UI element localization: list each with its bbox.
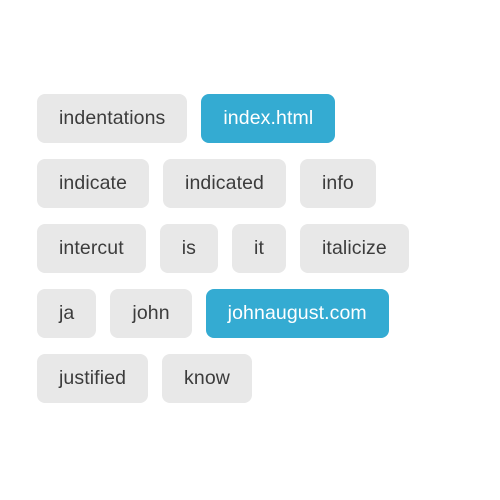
word-chip[interactable]: indicate (37, 159, 150, 208)
word-chip[interactable]: info (299, 159, 376, 208)
word-chip[interactable]: it (232, 224, 286, 273)
word-chip[interactable]: justified (37, 354, 149, 403)
word-chip[interactable]: john (110, 289, 192, 338)
word-chip[interactable]: know (162, 354, 252, 403)
word-chip[interactable]: italicize (300, 224, 409, 273)
word-chip-selected[interactable]: johnaugust.com (205, 289, 389, 338)
word-chip[interactable]: is (159, 224, 219, 273)
word-chip[interactable]: ja (37, 289, 97, 338)
chip-row: ja john johnaugust.com (37, 289, 467, 338)
word-chip[interactable]: intercut (37, 224, 146, 273)
word-chip[interactable]: indentations (37, 94, 188, 143)
word-chip-selected[interactable]: index.html (201, 94, 336, 143)
chip-row: intercut is it italicize (37, 224, 467, 273)
chip-row: indicate indicated info (37, 159, 467, 208)
word-chip[interactable]: indicated (163, 159, 286, 208)
chip-row: justified know (37, 354, 467, 403)
word-chip-board: indentations index.html indicate indicated i… (37, 94, 467, 403)
chip-row: indentations index.html (37, 94, 467, 143)
